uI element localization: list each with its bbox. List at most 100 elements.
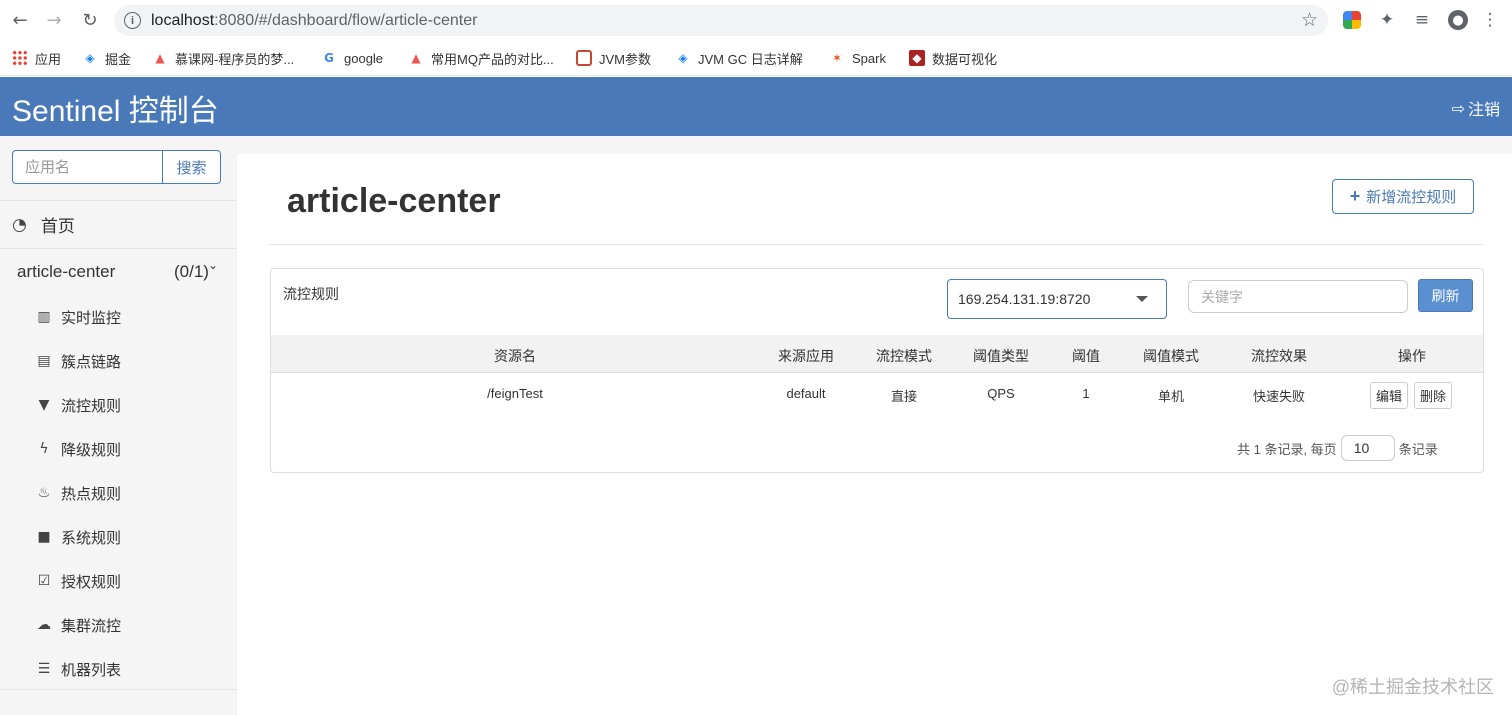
sidebar-item-system-rules[interactable]: ■ 系统规则 — [0, 522, 237, 552]
add-flow-rule-button[interactable]: + 新增流控规则 — [1332, 179, 1474, 214]
column-header: 资源名 — [494, 348, 536, 364]
sidebar: 搜索 ◔ 首页 article-center (0/1) ⌄ ▥ 实时监控 ▤ 簇点… — [0, 136, 237, 715]
app-search-input[interactable] — [12, 150, 162, 184]
column-header: 操作 — [1398, 348, 1426, 364]
cell-strategy: 直接 — [890, 389, 918, 404]
spark-star-icon: ✶ — [831, 51, 843, 65]
logout-icon: ⇨ — [1451, 98, 1465, 118]
menu-dots-icon[interactable]: ⋮ — [1480, 10, 1500, 30]
cell-behavior: 快速失败 — [1252, 389, 1306, 404]
bookmark-label: Spark — [852, 50, 886, 66]
delete-rule-button[interactable]: 删除 — [1414, 382, 1453, 409]
sidebar-divider — [0, 689, 237, 690]
sidebar-item-label: 热点规则 — [61, 485, 122, 503]
bookmark-label: 应用 — [35, 51, 62, 67]
app-header: Sentinel 控制台 ⇨ 注销 — [0, 77, 1512, 136]
edit-rule-button[interactable]: 编辑 — [1370, 382, 1409, 409]
bookmarks-bar: 应用 ◈ 掘金 ▲ 慕课网-程序员的梦... Ggoogle ▲ 常用MQ产品的对比.… — [0, 40, 1512, 76]
main-content: article-center + 新增流控规则 流控规则 169.254.131… — [237, 136, 1512, 715]
sidebar-item-label: 降级规则 — [61, 441, 122, 459]
column-header: 来源应用 — [778, 348, 834, 364]
pagination: 共 1 条记录, 每页 条记录 — [1237, 435, 1438, 461]
bookmark-spark[interactable]: ✶ Spark — [829, 47, 886, 69]
main-top-strip — [237, 136, 1512, 154]
bookmark-jvm-gc[interactable]: ◈ JVM GC 日志详解 — [675, 47, 803, 69]
reading-list-icon[interactable]: ≡ — [1412, 10, 1432, 30]
pager-suffix: 条记录 — [1398, 441, 1438, 457]
app-name: article-center — [17, 262, 116, 281]
add-flow-rule-label: 新增流控规则 — [1366, 189, 1457, 206]
column-header: 阈值类型 — [973, 348, 1029, 364]
fire-icon: ♨ — [37, 485, 51, 501]
title-divider — [269, 244, 1483, 245]
machine-select-value: 169.254.131.19:8720 — [958, 291, 1091, 307]
juejin-icon: ◈ — [85, 51, 95, 65]
watermark: @稀土掘金技术社区 — [1331, 677, 1494, 697]
sidebar-item-degrade-rules[interactable]: ϟ 降级规则 — [0, 434, 237, 464]
logout-link[interactable]: ⇨ 注销 — [1452, 96, 1500, 120]
column-header: 流控模式 — [876, 348, 932, 364]
sidebar-item-label: 实时监控 — [61, 309, 122, 327]
caret-down-icon — [1136, 296, 1148, 302]
bookmark-imooc[interactable]: ▲ 慕课网-程序员的梦... — [152, 47, 294, 69]
bookmark-juejin[interactable]: ◈ 掘金 — [82, 47, 131, 69]
bookmark-apps[interactable]: 应用 — [12, 47, 61, 69]
cell-count: 1 — [1082, 386, 1090, 401]
address-bar[interactable]: i localhost:8080/#/dashboard/flow/articl… — [114, 5, 1328, 36]
bookmark-label: JVM参数 — [599, 51, 652, 67]
sidebar-item-realtime-monitor[interactable]: ▥ 实时监控 — [0, 302, 237, 332]
sidebar-item-label: 机器列表 — [61, 661, 122, 679]
sidebar-item-cluster-flow[interactable]: ☁ 集群流控 — [0, 610, 237, 640]
check-square-icon: ☑ — [37, 573, 51, 589]
browser-toolbar: ← → ↻ i localhost:8080/#/dashboard/flow/… — [0, 0, 1512, 40]
filter-icon: ▼ — [38, 397, 50, 413]
app-machine-count: (0/1) — [174, 262, 209, 281]
bookmark-google[interactable]: Ggoogle — [321, 47, 383, 69]
table-header: 资源名 来源应用 流控模式 阈值类型 阈值 阈值模式 流控效果 操作 — [271, 335, 1483, 373]
back-arrow-icon[interactable]: ← — [8, 8, 32, 32]
sidebar-item-hot-param-rules[interactable]: ♨ 热点规则 — [0, 478, 237, 508]
bookmark-label: google — [344, 50, 384, 66]
cell-cluster-mode: 单机 — [1157, 389, 1185, 404]
list-icon: ☰ — [37, 661, 51, 677]
reload-icon[interactable]: ↻ — [78, 8, 102, 32]
bookmark-label: 掘金 — [105, 51, 132, 67]
sidebar-item-home[interactable]: ◔ 首页 — [0, 200, 237, 249]
url-text: localhost:8080/#/dashboard/flow/article-… — [151, 12, 478, 29]
pager-prefix: 共 1 条记录, 每页 — [1237, 441, 1337, 457]
app-title[interactable]: Sentinel 控制台 — [12, 86, 219, 130]
plus-icon: + — [1349, 186, 1361, 206]
page-size-input[interactable] — [1340, 435, 1395, 461]
extension-color-icon[interactable] — [1343, 11, 1361, 29]
bar-chart-icon: ▥ — [37, 309, 51, 325]
refresh-button[interactable]: 刷新 — [1418, 279, 1473, 312]
bookmark-label: JVM GC 日志详解 — [698, 51, 803, 67]
sidebar-item-flow-rules[interactable]: ▼ 流控规则 — [0, 390, 237, 420]
sidebar-item-label: 授权规则 — [61, 573, 122, 591]
app-search-button[interactable]: 搜索 — [162, 150, 221, 184]
sidebar-item-authority-rules[interactable]: ☑ 授权规则 — [0, 566, 237, 596]
juejin-icon: ◈ — [678, 51, 688, 65]
bookmark-mq[interactable]: ▲ 常用MQ产品的对比... — [408, 47, 553, 69]
forward-arrow-icon[interactable]: → — [42, 8, 66, 32]
machine-select[interactable]: 169.254.131.19:8720 — [947, 279, 1167, 319]
sidebar-item-label: 系统规则 — [61, 529, 122, 547]
chevron-down-icon[interactable]: ⌄ — [208, 258, 218, 272]
profile-avatar-icon[interactable]: ● — [1448, 10, 1468, 30]
bookmark-label: 数据可视化 — [932, 51, 998, 67]
page-title: article-center — [287, 182, 501, 220]
bookmark-jvm-params[interactable]: JVM参数 — [576, 47, 651, 69]
bookmark-label: 慕课网-程序员的梦... — [175, 51, 295, 67]
sidebar-item-cluster-point-link[interactable]: ▤ 簇点链路 — [0, 346, 237, 376]
bookmark-data-vis[interactable]: ◆ 数据可视化 — [909, 47, 997, 69]
fire-icon: ▲ — [155, 51, 165, 65]
extensions-puzzle-icon[interactable]: ✦ — [1377, 10, 1397, 30]
column-header: 阈值模式 — [1143, 348, 1199, 364]
keyword-input[interactable] — [1188, 280, 1408, 313]
panel-title: 流控规则 — [283, 286, 339, 302]
app-group-article-center[interactable]: article-center (0/1) ⌄ — [0, 258, 237, 286]
cell-limit-app: default — [786, 386, 826, 401]
bookmark-star-icon[interactable]: ☆ — [1301, 9, 1318, 31]
site-info-icon[interactable]: i — [124, 12, 141, 29]
sidebar-item-machine-list[interactable]: ☰ 机器列表 — [0, 654, 237, 684]
